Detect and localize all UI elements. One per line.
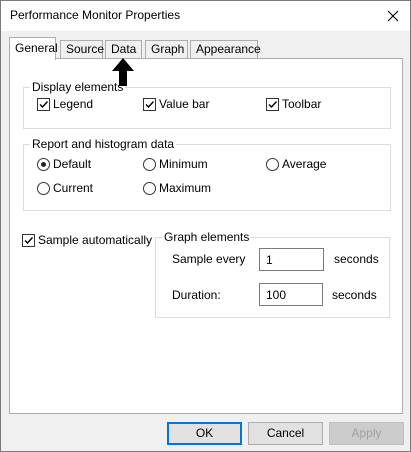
duration-unit: seconds (332, 288, 377, 302)
toolbar-label: Toolbar (282, 97, 322, 111)
value-bar-checkbox-box[interactable] (143, 97, 156, 111)
tab-data[interactable]: Data (105, 40, 142, 59)
sample-every-label: Sample every (172, 252, 246, 266)
radio-minimum[interactable]: Minimum (143, 156, 208, 172)
toolbar-checkbox-box[interactable] (266, 97, 279, 111)
title-bar: Performance Monitor Properties (1, 1, 410, 31)
radio-current-circle[interactable] (37, 181, 50, 195)
radio-minimum-label: Minimum (159, 157, 208, 171)
window-title: Performance Monitor Properties (10, 8, 181, 22)
check-icon (24, 236, 34, 244)
value-bar-label: Value bar (159, 97, 210, 111)
sample-every-unit: seconds (334, 252, 379, 266)
radio-average-label: Average (282, 157, 327, 171)
ok-button[interactable]: OK (167, 422, 242, 445)
toolbar-checkbox[interactable]: Toolbar (266, 96, 321, 112)
legend-checkbox[interactable]: Legend (37, 96, 93, 112)
tab-appearance[interactable]: Appearance (190, 40, 261, 59)
tab-graph[interactable]: Graph (145, 40, 188, 59)
radio-default[interactable]: Default (37, 156, 91, 172)
duration-input[interactable] (259, 283, 323, 306)
radio-maximum-label: Maximum (159, 181, 212, 195)
properties-dialog: Performance Monitor Properties General S… (0, 0, 411, 452)
report-histogram-title: Report and histogram data (30, 137, 177, 151)
close-icon (387, 10, 398, 22)
general-tab-panel: Display elements Legend Value bar Toolba… (9, 58, 403, 414)
apply-button[interactable]: Apply (329, 422, 404, 445)
radio-minimum-circle[interactable] (143, 157, 156, 171)
duration-label: Duration: (172, 288, 221, 302)
radio-selected-dot (41, 161, 46, 167)
check-icon (268, 100, 278, 108)
legend-label: Legend (53, 97, 94, 111)
sample-every-input[interactable] (259, 248, 324, 271)
pointer-arrow-icon (112, 58, 134, 86)
close-button[interactable] (375, 1, 410, 31)
radio-default-circle[interactable] (37, 157, 50, 171)
value-bar-checkbox[interactable]: Value bar (143, 96, 209, 112)
radio-average[interactable]: Average (266, 156, 326, 172)
radio-maximum-circle[interactable] (143, 181, 156, 195)
report-histogram-group: Report and histogram data (23, 137, 391, 211)
tab-general[interactable]: General (9, 37, 58, 60)
sample-automatically-label: Sample automatically (38, 233, 153, 247)
radio-current[interactable]: Current (37, 180, 93, 196)
check-icon (39, 100, 49, 108)
radio-current-label: Current (53, 181, 94, 195)
radio-average-circle[interactable] (266, 157, 279, 171)
tab-source[interactable]: Source (60, 40, 104, 59)
radio-default-label: Default (53, 157, 92, 171)
graph-elements-title: Graph elements (162, 230, 252, 244)
sample-automatically-checkbox[interactable]: Sample automatically (22, 232, 152, 248)
check-icon (145, 100, 155, 108)
radio-maximum[interactable]: Maximum (143, 180, 211, 196)
cancel-button[interactable]: Cancel (248, 422, 323, 445)
tab-strip: General Source Data Graph Appearance (9, 37, 403, 60)
legend-checkbox-box[interactable] (37, 97, 50, 111)
sample-automatically-checkbox-box[interactable] (22, 233, 35, 247)
